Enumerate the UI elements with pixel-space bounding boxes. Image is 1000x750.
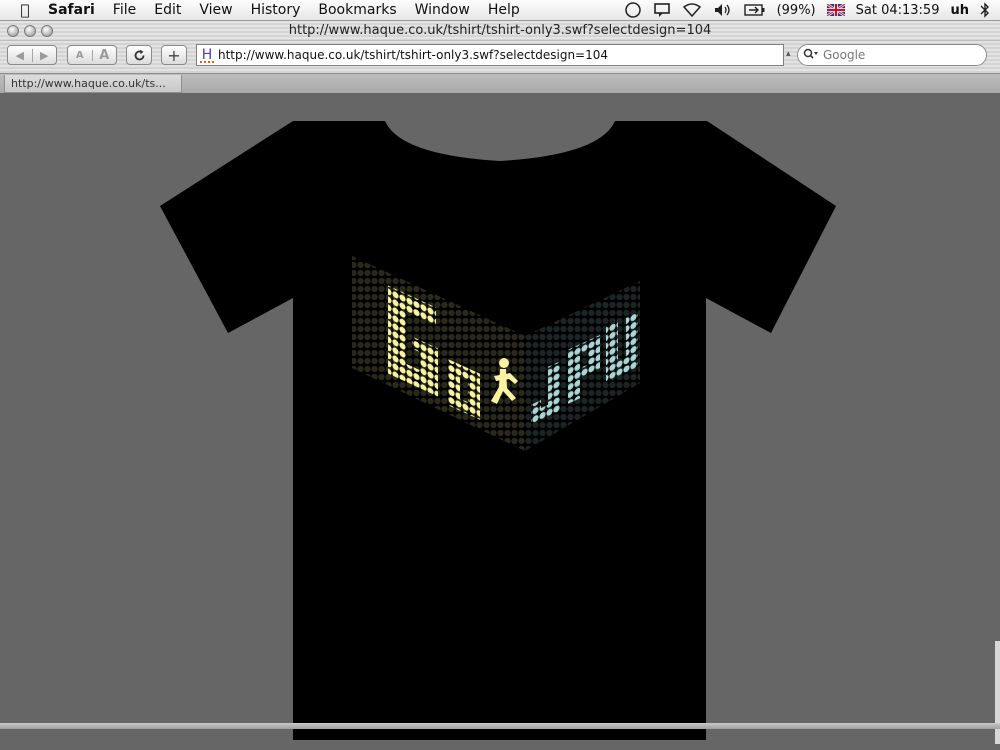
menu-bookmarks[interactable]: Bookmarks bbox=[309, 0, 405, 21]
menu-help[interactable]: Help bbox=[479, 0, 529, 21]
menu-view[interactable]: View bbox=[190, 0, 241, 21]
battery-percentage: (99%) bbox=[776, 2, 816, 18]
reload-button[interactable] bbox=[126, 45, 152, 65]
back-forward-control: ◀ ▶ bbox=[7, 45, 57, 65]
search-input[interactable] bbox=[823, 48, 973, 62]
browser-window: http://www.haque.co.uk/tshirt/tshirt-onl… bbox=[0, 21, 1000, 750]
site-favicon-icon: H bbox=[200, 47, 214, 63]
bluetooth-icon[interactable] bbox=[980, 2, 990, 18]
user-name[interactable]: uh bbox=[950, 3, 969, 18]
wifi-icon[interactable] bbox=[682, 2, 702, 18]
menu-file[interactable]: File bbox=[104, 0, 145, 21]
address-resize-handle-icon[interactable]: ▴ bbox=[786, 49, 791, 59]
window-bottom-bar bbox=[0, 723, 1000, 729]
text-size-control: A A bbox=[67, 45, 117, 65]
tab-bar: http://www.haque.co.uk/ts... bbox=[0, 73, 1000, 93]
address-bar[interactable]: H bbox=[196, 44, 784, 66]
window-titlebar[interactable]: http://www.haque.co.uk/tshirt/tshirt-onl… bbox=[0, 21, 1000, 41]
menu-history[interactable]: History bbox=[242, 0, 310, 21]
chat-icon[interactable] bbox=[653, 2, 671, 18]
reload-icon bbox=[134, 49, 144, 60]
window-title: http://www.haque.co.uk/tshirt/tshirt-onl… bbox=[288, 23, 712, 38]
page-content bbox=[0, 93, 1000, 744]
search-box[interactable] bbox=[797, 44, 987, 66]
sync-circle-icon[interactable] bbox=[624, 1, 642, 19]
volume-icon[interactable] bbox=[713, 2, 733, 18]
menu-edit[interactable]: Edit bbox=[145, 0, 190, 21]
apple-menu-icon[interactable]:  bbox=[10, 1, 40, 19]
forward-button[interactable]: ▶ bbox=[33, 49, 57, 62]
search-icon[interactable] bbox=[803, 48, 823, 63]
browser-toolbar: ◀ ▶ A A + H ▴ bbox=[0, 41, 1000, 73]
menu-app-safari[interactable]: Safari bbox=[40, 0, 104, 21]
menu-clock[interactable]: Sat 04:13:59 bbox=[856, 3, 940, 18]
text-smaller-button[interactable]: A bbox=[68, 49, 93, 61]
tab-current[interactable]: http://www.haque.co.uk/ts... bbox=[4, 75, 182, 93]
menu-extras: (99%) Sat 04:13:59 uh bbox=[613, 0, 1000, 21]
add-bookmark-button[interactable]: + bbox=[161, 45, 187, 65]
menu-window[interactable]: Window bbox=[406, 0, 479, 21]
uk-flag-icon[interactable] bbox=[826, 4, 845, 16]
menu-bar:  Safari File Edit View History Bookmark… bbox=[0, 0, 1000, 21]
back-button[interactable]: ◀ bbox=[8, 48, 33, 62]
tshirt-canvas[interactable] bbox=[0, 93, 1000, 744]
text-bigger-button[interactable]: A bbox=[93, 48, 117, 63]
battery-icon[interactable] bbox=[743, 3, 766, 17]
address-input[interactable] bbox=[218, 48, 778, 62]
